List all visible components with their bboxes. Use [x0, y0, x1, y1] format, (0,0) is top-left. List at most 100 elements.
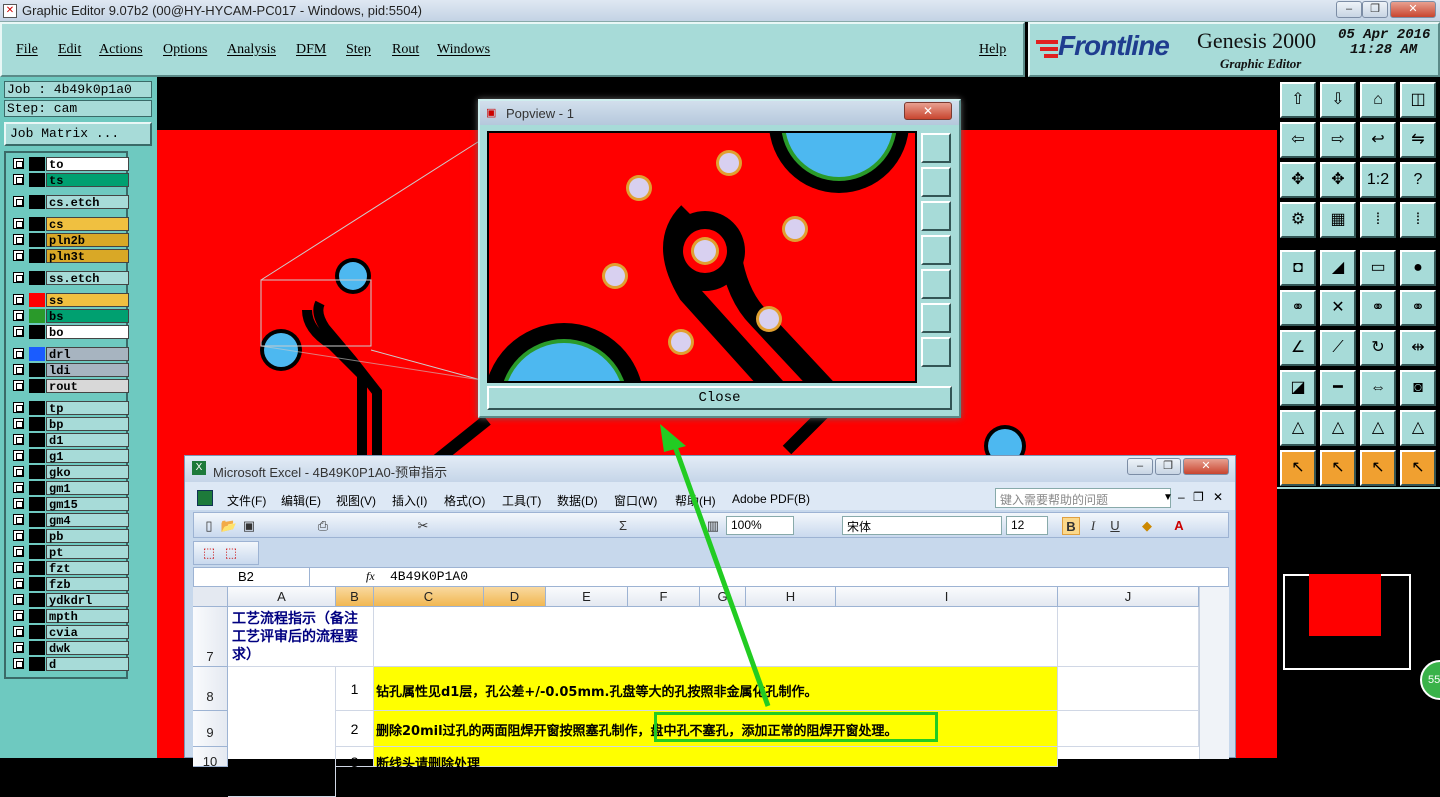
- layer-row[interactable]: ldi: [10, 363, 129, 378]
- layer-row[interactable]: dwk: [10, 641, 129, 656]
- tool-button[interactable]: ✕: [1320, 290, 1356, 326]
- menu-edit[interactable]: Edit: [58, 42, 81, 58]
- layer-row[interactable]: ts: [10, 173, 129, 188]
- col-header-f[interactable]: F: [628, 587, 700, 607]
- tool-button[interactable]: ⌂: [1360, 82, 1396, 118]
- layer-checkbox[interactable]: [13, 498, 24, 509]
- fx-label[interactable]: fx: [366, 569, 375, 584]
- fill-color-icon[interactable]: ◆: [1138, 517, 1156, 535]
- layer-checkbox[interactable]: [13, 434, 24, 445]
- col-header-b[interactable]: B: [336, 587, 374, 607]
- tool-button[interactable]: ◪: [1280, 370, 1316, 406]
- tool-button[interactable]: ◢: [1320, 250, 1356, 286]
- layer-name[interactable]: cs: [46, 217, 129, 232]
- layer-name[interactable]: ts: [46, 173, 129, 188]
- italic-icon[interactable]: I: [1084, 517, 1102, 535]
- tool-button[interactable]: ✥: [1320, 162, 1356, 198]
- doc-close-icon[interactable]: ✕: [1213, 490, 1223, 504]
- col-header-j[interactable]: J: [1058, 587, 1199, 607]
- zoom-select[interactable]: 100%: [726, 516, 794, 535]
- layer-name[interactable]: bp: [46, 417, 129, 432]
- help-dropdown-icon[interactable]: ▼: [1163, 492, 1173, 503]
- close-window-button[interactable]: ✕: [1390, 1, 1436, 18]
- tool-button[interactable]: ⚙: [1280, 202, 1316, 238]
- menu-file[interactable]: File: [16, 42, 38, 58]
- layer-row[interactable]: drl: [10, 347, 129, 362]
- tool-button[interactable]: ◫: [1400, 82, 1436, 118]
- vertical-scrollbar[interactable]: [1199, 587, 1229, 759]
- layer-name[interactable]: mpth: [46, 609, 129, 624]
- layer-name[interactable]: fzb: [46, 577, 129, 592]
- minimize-button[interactable]: –: [1336, 1, 1362, 18]
- menu-step[interactable]: Step: [346, 42, 371, 58]
- layer-checkbox[interactable]: [13, 272, 24, 283]
- layer-name[interactable]: gm1: [46, 481, 129, 496]
- layer-row[interactable]: fzb: [10, 577, 129, 592]
- layer-row[interactable]: gm4: [10, 513, 129, 528]
- tool-button[interactable]: ▦: [1320, 202, 1356, 238]
- layer-checkbox[interactable]: [13, 380, 24, 391]
- tool-button[interactable]: ✥: [1280, 162, 1316, 198]
- font-color-icon[interactable]: A: [1170, 517, 1188, 535]
- xmenu-window[interactable]: 窗口(W): [614, 492, 657, 509]
- layer-row[interactable]: ss: [10, 293, 129, 308]
- xmenu-data[interactable]: 数据(D): [557, 492, 598, 509]
- layer-checkbox[interactable]: [13, 562, 24, 573]
- col-header-g[interactable]: G: [700, 587, 746, 607]
- layer-row[interactable]: cvia: [10, 625, 129, 640]
- tool-button[interactable]: ◘: [1280, 250, 1316, 286]
- xmenu-view[interactable]: 视图(V): [336, 492, 376, 509]
- tool-button[interactable]: ⇔: [1360, 370, 1396, 406]
- layer-name[interactable]: ss.etch: [46, 271, 129, 286]
- excel-maximize-button[interactable]: ❐: [1155, 458, 1181, 475]
- layer-checkbox[interactable]: [13, 250, 24, 261]
- open-icon[interactable]: 📂: [220, 517, 238, 535]
- print-icon[interactable]: ⎙: [314, 517, 332, 535]
- layer-checkbox[interactable]: [13, 196, 24, 207]
- layer-row[interactable]: rout: [10, 379, 129, 394]
- tool-button[interactable]: ⇨: [1320, 122, 1356, 158]
- popview-canvas[interactable]: [487, 131, 917, 383]
- pop-pan-down-icon[interactable]: [921, 201, 951, 231]
- menu-rout[interactable]: Rout: [392, 42, 419, 58]
- tool-button[interactable]: 1:2: [1360, 162, 1396, 198]
- layer-row[interactable]: ss.etch: [10, 271, 129, 286]
- tool-button[interactable]: △: [1360, 410, 1396, 446]
- cut-icon[interactable]: ✂: [414, 517, 432, 535]
- layer-checkbox[interactable]: [13, 578, 24, 589]
- menu-help[interactable]: Help: [979, 42, 1006, 58]
- layer-name[interactable]: cvia: [46, 625, 129, 640]
- tool-button[interactable]: ↖: [1320, 450, 1356, 486]
- layer-row[interactable]: pln3t: [10, 249, 129, 264]
- layer-name[interactable]: tp: [46, 401, 129, 416]
- xmenu-tools[interactable]: 工具(T): [502, 492, 541, 509]
- layer-name[interactable]: dwk: [46, 641, 129, 656]
- layer-checkbox[interactable]: [13, 158, 24, 169]
- tool-button[interactable]: ▭: [1360, 250, 1396, 286]
- pop-zoom-in-icon[interactable]: [921, 337, 951, 367]
- tool-button[interactable]: ⇧: [1280, 82, 1316, 118]
- tool-button[interactable]: ∠: [1280, 330, 1316, 366]
- layer-row[interactable]: gm15: [10, 497, 129, 512]
- layer-row[interactable]: pb: [10, 529, 129, 544]
- col-header-h[interactable]: H: [746, 587, 836, 607]
- layer-name[interactable]: pln3t: [46, 249, 129, 264]
- sum-icon[interactable]: Σ: [614, 517, 632, 535]
- layer-name[interactable]: pt: [46, 545, 129, 560]
- overview-map[interactable]: [1283, 574, 1411, 670]
- new-icon[interactable]: ▯: [200, 517, 218, 535]
- layer-name[interactable]: cs.etch: [46, 195, 129, 210]
- tool-button[interactable]: ⚭: [1360, 290, 1396, 326]
- layer-name[interactable]: gm15: [46, 497, 129, 512]
- xmenu-insert[interactable]: 插入(I): [392, 492, 427, 509]
- layer-checkbox[interactable]: [13, 364, 24, 375]
- tool-button[interactable]: ⇩: [1320, 82, 1356, 118]
- layer-checkbox[interactable]: [13, 594, 24, 605]
- layer-row[interactable]: to: [10, 157, 129, 172]
- layer-name[interactable]: gm4: [46, 513, 129, 528]
- pop-pan-right-icon[interactable]: [921, 269, 951, 299]
- row-header-8[interactable]: 8: [193, 667, 228, 711]
- menu-actions[interactable]: Actions: [99, 42, 143, 58]
- tool-button[interactable]: ⟋: [1320, 330, 1356, 366]
- tool-button[interactable]: ?: [1400, 162, 1436, 198]
